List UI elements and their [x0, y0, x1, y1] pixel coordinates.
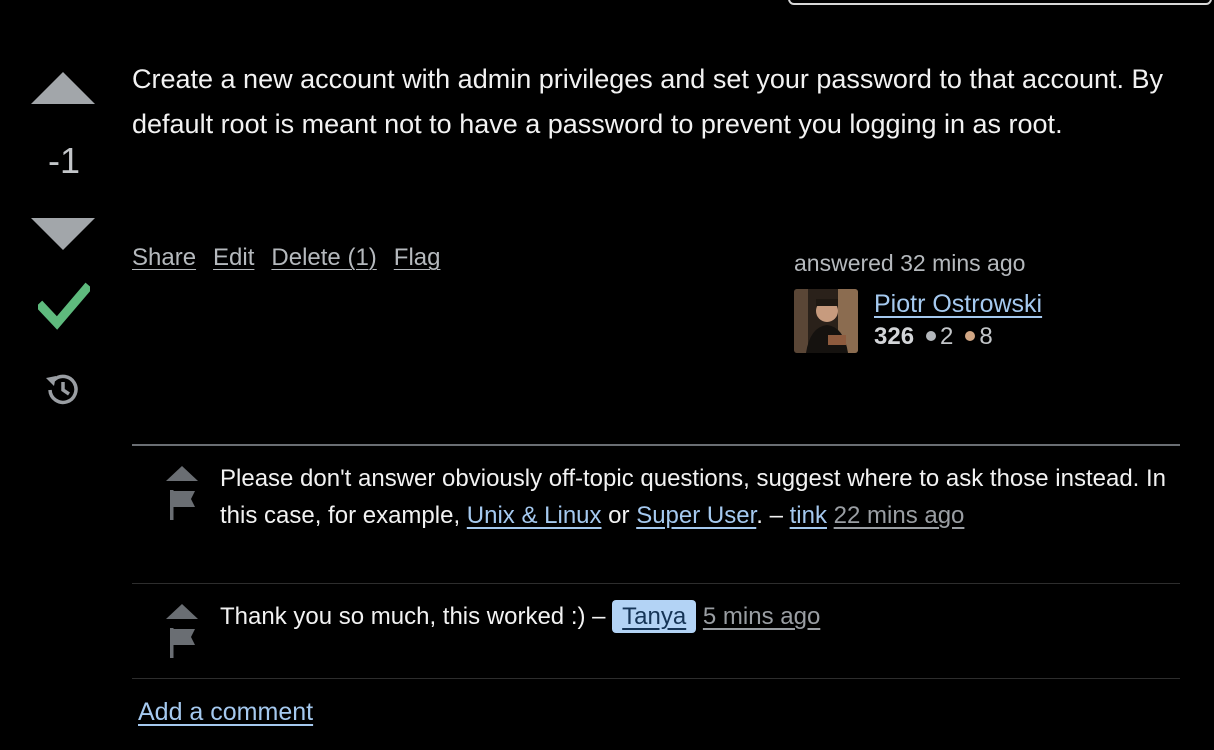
edit-link[interactable]: Edit — [213, 244, 254, 272]
super-user-link[interactable]: Super User — [636, 502, 756, 529]
comment-date-link[interactable]: 22 mins ago — [834, 502, 965, 529]
answer-page: -1 Create a new account with admin privi… — [0, 0, 1214, 750]
reputation-score: 326 — [874, 323, 915, 350]
comment-copy: or — [601, 502, 637, 529]
comment-copy: . – — [756, 502, 790, 529]
comment-text: Thank you so much, this worked :) – Tany… — [220, 598, 1170, 635]
comment-date-link[interactable]: 5 mins ago — [703, 603, 820, 630]
delete-link[interactable]: Delete (1) — [271, 244, 376, 272]
bronze-badge-icon — [965, 331, 976, 342]
bronze-badge-count: 8 — [979, 323, 993, 350]
comment-upvote-icon[interactable] — [166, 466, 198, 482]
answer-body: Create a new account with admin privileg… — [132, 64, 1164, 139]
history-icon[interactable] — [44, 372, 82, 413]
accepted-check-icon — [35, 282, 93, 335]
comment-copy: Thank you so much, this worked :) – — [220, 603, 613, 630]
comments-section: Please don't answer obviously off-topic … — [132, 444, 1180, 679]
comment-upvote-icon[interactable] — [166, 604, 198, 620]
comment-user-op-badge[interactable]: Tanya — [612, 600, 697, 633]
vote-column: -1 — [0, 0, 128, 430]
top-edge-field[interactable] — [788, 0, 1212, 5]
unix-linux-link[interactable]: Unix & Linux — [467, 502, 602, 529]
comment-user-link[interactable]: tink — [790, 502, 827, 529]
flag-icon[interactable] — [170, 490, 196, 520]
flag-link[interactable]: Flag — [394, 244, 441, 272]
vote-down-icon[interactable] — [31, 218, 95, 257]
answered-time[interactable]: answered 32 mins ago — [794, 250, 1174, 277]
silver-badge-count: 2 — [940, 323, 954, 350]
avatar[interactable] — [794, 289, 858, 353]
post-menu: Share Edit Delete (1) Flag — [132, 244, 440, 272]
add-comment-link[interactable]: Add a comment — [138, 698, 313, 727]
comment: Please don't answer obviously off-topic … — [132, 446, 1180, 584]
vote-up-icon[interactable] — [31, 72, 95, 111]
user-name-link[interactable]: Piotr Ostrowski — [874, 289, 1042, 319]
comment-text: Please don't answer obviously off-topic … — [220, 460, 1170, 534]
flag-icon[interactable] — [170, 628, 196, 658]
vote-score: -1 — [47, 140, 80, 181]
silver-badge-icon — [926, 331, 937, 342]
share-link[interactable]: Share — [132, 244, 196, 272]
user-card: answered 32 mins ago Piotr Ostrowski 326… — [794, 250, 1174, 353]
comment: Thank you so much, this worked :) – Tany… — [132, 584, 1180, 679]
reputation-line: 326 2 8 — [874, 323, 1042, 351]
